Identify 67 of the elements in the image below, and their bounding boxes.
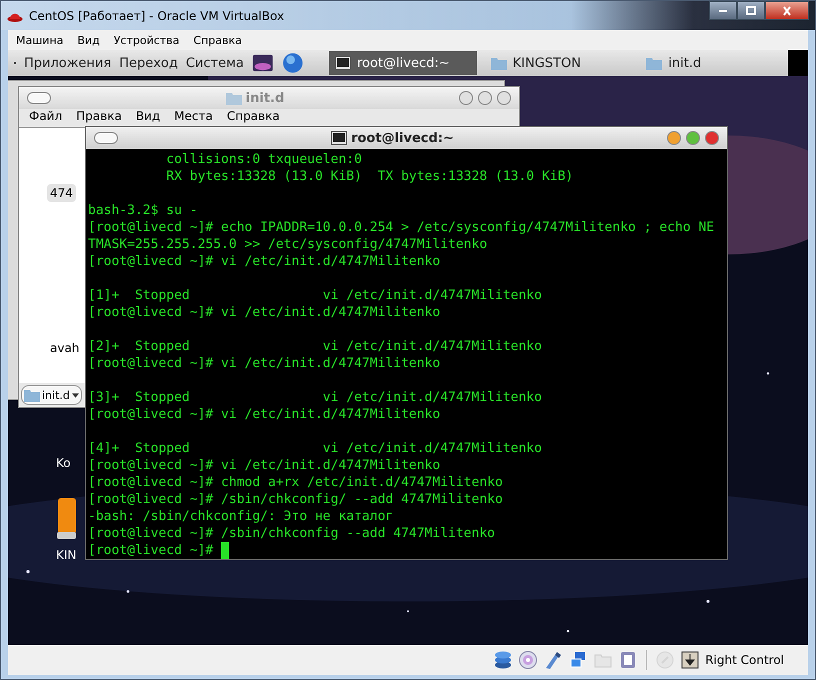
- taskbar-button[interactable]: KINGSTON: [484, 51, 632, 75]
- caret-icon: [72, 392, 79, 398]
- folder-icon: [24, 388, 40, 402]
- terminal-line: [root@livecd ~]# /sbin/chkconfig --add 4747Militenko: [88, 525, 495, 542]
- terminal-line: [root@livecd ~]# chmod a+rx /etc/init.d/4747Militenko: [88, 474, 503, 491]
- close-icon: [781, 6, 793, 16]
- panel-menu[interactable]: Приложения: [24, 56, 112, 70]
- menu-item[interactable]: Места: [174, 109, 213, 123]
- minimize-button[interactable]: [709, 1, 737, 20]
- close-button[interactable]: [765, 1, 809, 20]
- window-menu-button[interactable]: [27, 92, 51, 104]
- screen-launcher-icon[interactable]: [252, 52, 274, 74]
- menu-item[interactable]: Вид: [77, 34, 100, 46]
- file-label[interactable]: 474: [47, 184, 76, 202]
- terminal-line: [3]+ Stopped vi /etc/init.d/4747Militenko: [88, 389, 542, 406]
- desktop-icon-label[interactable]: KIN: [56, 548, 76, 562]
- desktop-icon-label[interactable]: Ko: [56, 456, 71, 470]
- disk-icon[interactable]: [493, 650, 514, 670]
- menu-item[interactable]: Устройства: [114, 34, 180, 46]
- terminal-line: -bash: /sbin/chkconfig/: Это не каталог: [88, 508, 394, 525]
- terminal-line: collisions:0 txqueuelen:0: [165, 151, 362, 168]
- globe-icon[interactable]: [282, 52, 304, 74]
- text-cursor: [221, 542, 230, 559]
- menu-item[interactable]: Машина: [16, 34, 64, 46]
- menu-item[interactable]: Справка: [226, 109, 280, 123]
- drive-icon[interactable]: [56, 496, 76, 540]
- host-key-label: Right Control: [705, 653, 784, 667]
- terminal-line: [root@livecd ~]# /sbin/chkconfig/ --add 4747Militenko: [88, 491, 503, 508]
- maximize-icon: [745, 6, 757, 16]
- terminal-line: [root@livecd ~]# vi /etc/init.d/4747Militenko: [88, 406, 440, 423]
- close-button[interactable]: [705, 131, 719, 145]
- menu-item[interactable]: Правка: [76, 109, 122, 123]
- maximize-button[interactable]: [737, 1, 765, 20]
- window-menu-button[interactable]: [94, 132, 118, 144]
- menu-item[interactable]: Справка: [193, 34, 242, 46]
- location-dropdown[interactable]: init.d: [21, 385, 82, 405]
- taskbar-button[interactable]: init.d: [640, 51, 788, 75]
- panel-handle-icon: [14, 62, 16, 64]
- terminal-line: [root@livecd ~]# vi /etc/init.d/4747Militenko: [88, 304, 440, 321]
- terminal-line: [root@livecd ~]# vi /etc/init.d/4747Militenko: [88, 355, 440, 372]
- panel-menu[interactable]: Система: [186, 56, 244, 70]
- folder-icon: [490, 56, 507, 70]
- terminal-line: [2]+ Stopped vi /etc/init.d/4747Militenko: [88, 338, 542, 355]
- terminal-line: [root@livecd ~]#: [88, 542, 214, 559]
- usb-icon[interactable]: [543, 650, 564, 670]
- terminal-icon: [331, 131, 348, 145]
- terminal-line: RX bytes:13328 (13.0 KiB) TX bytes:13328 (13.0 KiB): [165, 168, 574, 185]
- window-title: CentOS [Работает] - Oracle VM VirtualBox: [29, 8, 284, 22]
- terminal-line: [root@livecd ~]# vi /etc/init.d/4747Militenko: [88, 457, 440, 474]
- taskbar-button[interactable]: root@livecd:~: [328, 51, 477, 75]
- minimize-icon: [719, 10, 727, 12]
- terminal-line: bash-3.2$ su -: [88, 202, 198, 219]
- menu-item[interactable]: Файл: [29, 109, 62, 123]
- window-title: init.d: [246, 90, 284, 106]
- menu-item[interactable]: Вид: [136, 109, 160, 123]
- folder-icon: [226, 91, 242, 105]
- terminal-line: [root@livecd ~]# vi /etc/init.d/4747Militenko: [88, 253, 440, 270]
- folder-icon: [646, 56, 662, 70]
- terminal-line: TMASK=255.255.255.0 >> /etc/sysconfig/4747Militenko: [88, 236, 488, 253]
- terminal-line: [1]+ Stopped vi /etc/init.d/4747Militenko: [88, 287, 542, 304]
- file-label[interactable]: avah: [47, 339, 82, 357]
- panel-menu[interactable]: Переход: [119, 56, 178, 70]
- terminal-icon: [334, 56, 351, 70]
- window-title: root@livecd:~: [351, 130, 454, 146]
- cd-icon[interactable]: [518, 650, 538, 670]
- terminal-line: [root@livecd ~]# echo IPADDR=10.0.0.254 > /etc/sysconfig/4747Militenko ; echo NE: [88, 219, 714, 236]
- terminal-line: [4]+ Stopped vi /etc/init.d/4747Militenko: [88, 440, 542, 457]
